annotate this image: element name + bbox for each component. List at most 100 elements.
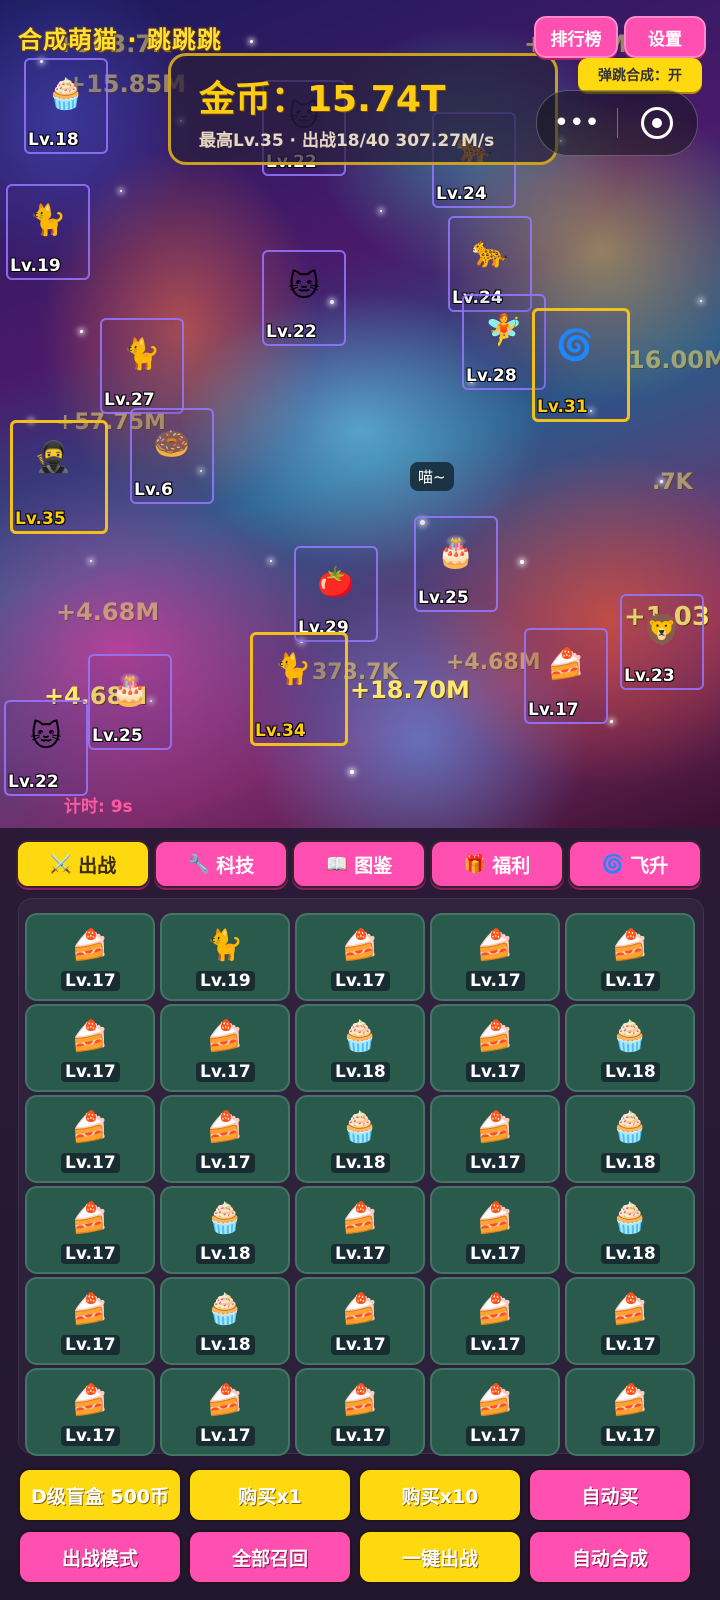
cat-level-label: Lv.28 bbox=[466, 366, 517, 386]
slot-level-label: Lv.18 bbox=[601, 1153, 660, 1173]
cat-level-label: Lv.31 bbox=[537, 397, 588, 417]
tab-book[interactable]: 📖 图鉴 bbox=[292, 840, 426, 888]
inventory-slot[interactable]: 🍰 Lv.17 bbox=[25, 1186, 155, 1274]
inventory-slot[interactable]: 🧁 Lv.18 bbox=[160, 1186, 290, 1274]
cat-item-icon: 🍰 bbox=[476, 1291, 514, 1327]
inventory-slot[interactable]: 🍰 Lv.17 bbox=[25, 1004, 155, 1092]
inventory-slot[interactable]: 🍰 Lv.17 bbox=[295, 913, 425, 1001]
cat-item-icon: 🍰 bbox=[476, 1109, 514, 1145]
floating-income-text: .7K bbox=[652, 470, 693, 495]
inventory-slot[interactable]: 🍰 Lv.17 bbox=[295, 1186, 425, 1274]
slot-level-label: Lv.17 bbox=[61, 971, 120, 991]
slot-level-label: Lv.17 bbox=[466, 1062, 525, 1082]
coin-total: 金币：15.74T bbox=[199, 79, 446, 120]
settings-button[interactable]: 设置 bbox=[624, 16, 706, 58]
field-cat: 🎂 Lv.25 bbox=[414, 516, 498, 612]
bounce-merge-toggle[interactable]: 弹跳合成：开 bbox=[578, 58, 702, 92]
cat-item-icon: 🍰 bbox=[476, 1018, 514, 1054]
inventory-slot[interactable]: 🍰 Lv.17 bbox=[430, 1095, 560, 1183]
inventory-slot[interactable]: 🍰 Lv.17 bbox=[160, 1004, 290, 1092]
inventory-slot[interactable]: 🍰 Lv.17 bbox=[565, 913, 695, 1001]
mini-program-capsule: ••• bbox=[536, 90, 698, 156]
cat-level-label: Lv.25 bbox=[92, 726, 143, 746]
close-miniprogram-button[interactable] bbox=[618, 107, 698, 139]
cat-item-icon: 🍰 bbox=[341, 1382, 379, 1418]
inventory-slot[interactable]: 🍰 Lv.17 bbox=[295, 1368, 425, 1456]
cake-cat-icon: 🎂 bbox=[437, 534, 475, 570]
bottom-panel: ⚔️ 出战 🔧 科技 📖 图鉴 🎁 福利 🌀 飞升 🍰 Lv.17 🐈 Lv.19 🍰 Lv.17 🍰 Lv.1… bbox=[0, 828, 720, 1600]
inventory-slot[interactable]: 🍰 Lv.17 bbox=[25, 1095, 155, 1183]
cat-item-icon: 🧁 bbox=[206, 1291, 244, 1327]
tab-label: 图鉴 bbox=[354, 854, 393, 877]
inventory-slot[interactable]: 🍰 Lv.17 bbox=[430, 1004, 560, 1092]
action-button[interactable]: 购买x1 bbox=[188, 1468, 352, 1522]
inventory-slot[interactable]: 🍰 Lv.17 bbox=[565, 1277, 695, 1365]
slot-level-label: Lv.17 bbox=[61, 1062, 120, 1082]
inventory-grid: 🍰 Lv.17 🐈 Lv.19 🍰 Lv.17 🍰 Lv.17 🍰 Lv.17 🍰 Lv.17 🍰 Lv.… bbox=[18, 898, 704, 1456]
cat-level-label: Lv.27 bbox=[104, 390, 155, 410]
inventory-slot[interactable]: 🍰 Lv.17 bbox=[25, 1368, 155, 1456]
inventory-slot[interactable]: 🍰 Lv.17 bbox=[430, 1186, 560, 1274]
action-button[interactable]: 自动合成 bbox=[528, 1530, 692, 1584]
cat-item-icon: 🐈 bbox=[206, 927, 244, 963]
inventory-slot[interactable]: 🧁 Lv.18 bbox=[565, 1095, 695, 1183]
star bbox=[350, 770, 354, 774]
inventory-slot[interactable]: 🧁 Lv.18 bbox=[295, 1095, 425, 1183]
tab-bar: ⚔️ 出战 🔧 科技 📖 图鉴 🎁 福利 🌀 飞升 bbox=[16, 840, 706, 888]
crystal-cat-icon: 🐈 bbox=[274, 651, 312, 687]
tab-label: 福利 bbox=[492, 854, 531, 877]
inventory-slot[interactable]: 🍰 Lv.17 bbox=[430, 913, 560, 1001]
inventory-slot[interactable]: 🍰 Lv.17 bbox=[25, 913, 155, 1001]
field-cat: 🐱 Lv.22 bbox=[262, 250, 346, 346]
tab-swirl[interactable]: 🌀 飞升 bbox=[568, 840, 702, 888]
field-cat: 🦁 Lv.23 bbox=[620, 594, 704, 690]
slot-level-label: Lv.17 bbox=[466, 1335, 525, 1355]
inventory-slot[interactable]: 🧁 Lv.18 bbox=[295, 1004, 425, 1092]
inventory-slot[interactable]: 🍰 Lv.17 bbox=[430, 1368, 560, 1456]
tab-swords[interactable]: ⚔️ 出战 bbox=[16, 840, 150, 888]
action-button[interactable]: 一键出战 bbox=[358, 1530, 522, 1584]
floating-income-text: +4.68M bbox=[56, 598, 160, 626]
action-button[interactable]: D级盲盒 500币 bbox=[18, 1468, 182, 1522]
cat-item-icon: 🧁 bbox=[206, 1200, 244, 1236]
tab-label: 科技 bbox=[216, 854, 255, 877]
field-cat: 🐈 Lv.19 bbox=[6, 184, 90, 280]
action-button[interactable]: 自动买 bbox=[528, 1468, 692, 1522]
slot-level-label: Lv.18 bbox=[331, 1153, 390, 1173]
cat-item-icon: 🧁 bbox=[611, 1109, 649, 1145]
slot-level-label: Lv.17 bbox=[331, 1426, 390, 1446]
star bbox=[380, 210, 382, 212]
leaderboard-button[interactable]: 排行榜 bbox=[534, 16, 618, 58]
donut-cat-icon: 🍩 bbox=[153, 426, 191, 462]
cat-item-icon: 🍰 bbox=[611, 1382, 649, 1418]
inventory-slot[interactable]: 🧁 Lv.18 bbox=[565, 1004, 695, 1092]
galaxy-play-field[interactable]: +303.7K+15.85M+1.87M16.00M+57.75M+4.68M+… bbox=[0, 0, 720, 828]
action-button[interactable]: 购买x10 bbox=[358, 1468, 522, 1522]
cat-level-label: Lv.23 bbox=[624, 666, 675, 686]
cat-item-icon: 🍰 bbox=[71, 1018, 109, 1054]
tab-gift[interactable]: 🎁 福利 bbox=[430, 840, 564, 888]
inventory-slot[interactable]: 🍰 Lv.17 bbox=[160, 1368, 290, 1456]
inventory-slot[interactable]: 🍰 Lv.17 bbox=[160, 1095, 290, 1183]
action-button[interactable]: 全部召回 bbox=[188, 1530, 352, 1584]
slot-level-label: Lv.17 bbox=[331, 971, 390, 991]
tab-wrench[interactable]: 🔧 科技 bbox=[154, 840, 288, 888]
inventory-slot[interactable]: 🐈 Lv.19 bbox=[160, 913, 290, 1001]
inventory-slot[interactable]: 🍰 Lv.17 bbox=[25, 1277, 155, 1365]
inventory-slot[interactable]: 🍰 Lv.17 bbox=[430, 1277, 560, 1365]
swords-icon: ⚔️ bbox=[49, 853, 73, 875]
inventory-slot[interactable]: 🍰 Lv.17 bbox=[565, 1368, 695, 1456]
slot-level-label: Lv.17 bbox=[601, 971, 660, 991]
field-cat: 🍩 Lv.6 bbox=[130, 408, 214, 504]
inventory-slot[interactable]: 🧁 Lv.18 bbox=[565, 1186, 695, 1274]
speech-bubble: 喵~ bbox=[410, 462, 454, 491]
inventory-slot[interactable]: 🧁 Lv.18 bbox=[160, 1277, 290, 1365]
tiramisu-cat-icon: 🍰 bbox=[547, 646, 585, 682]
more-menu-button[interactable]: ••• bbox=[537, 108, 617, 138]
cat-item-icon: 🍰 bbox=[341, 1291, 379, 1327]
action-button[interactable]: 出战模式 bbox=[18, 1530, 182, 1584]
slot-level-label: Lv.18 bbox=[196, 1244, 255, 1264]
cat-item-icon: 🍰 bbox=[611, 1291, 649, 1327]
field-cat: 🐱 Lv.22 bbox=[4, 700, 88, 796]
inventory-slot[interactable]: 🍰 Lv.17 bbox=[295, 1277, 425, 1365]
